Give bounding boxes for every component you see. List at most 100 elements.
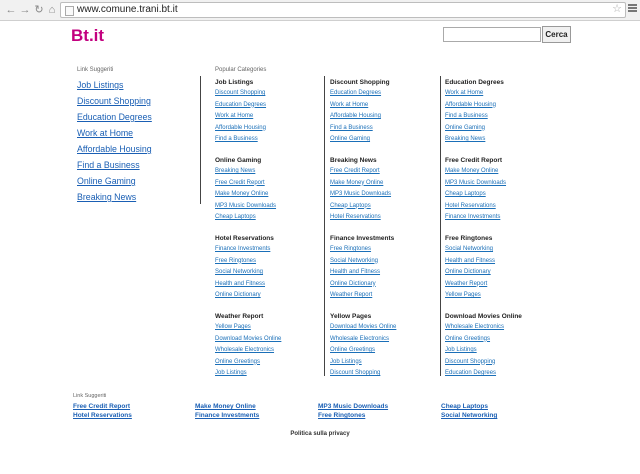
category-link[interactable]: Wholesale Electronics [215,347,320,354]
category-link[interactable]: MP3 Music Downloads [330,191,435,198]
category-title[interactable]: Finance Investments [330,235,435,243]
category-link[interactable]: Affordable Housing [215,125,320,132]
category-link[interactable]: Health and Fitness [215,281,320,288]
suggested-link[interactable]: Affordable Housing [77,144,197,155]
category-link[interactable]: Hotel Reservations [330,214,435,221]
category-title[interactable]: Breaking News [330,157,435,165]
reload-icon[interactable]: ↻ [33,3,45,17]
category-title[interactable]: Download Movies Online [445,313,550,321]
category-link[interactable]: Online Dictionary [330,281,435,288]
category-link[interactable]: Wholesale Electronics [330,336,435,343]
menu-icon[interactable] [628,4,637,13]
category-link[interactable]: Online Greetings [445,336,550,343]
category-link[interactable]: Education Degrees [215,102,320,109]
suggested-link[interactable]: Education Degrees [77,112,197,123]
category-link[interactable]: Finance Investments [445,214,550,221]
category-link[interactable]: Discount Shopping [215,90,320,97]
footer-link[interactable]: MP3 Music Downloads [318,403,388,411]
category-link[interactable]: Cheap Laptops [215,214,320,221]
category-link[interactable]: Job Listings [330,359,435,366]
category-link[interactable]: Social Networking [215,269,320,276]
category-link[interactable]: Affordable Housing [445,102,550,109]
category-link[interactable]: Free Credit Report [215,180,320,187]
category-link[interactable]: Discount Shopping [330,370,435,377]
footer-link[interactable]: Social Networking [441,412,497,420]
category-link[interactable]: Yellow Pages [215,324,320,331]
forward-arrow-icon[interactable]: → [19,3,31,17]
footer-link[interactable]: Finance Investments [195,412,259,420]
category-title[interactable]: Yellow Pages [330,313,435,321]
category-link[interactable]: Weather Report [445,281,550,288]
category-title[interactable]: Education Degrees [445,79,550,87]
search-button[interactable]: Cerca [542,26,571,43]
category-link[interactable]: Find a Business [445,113,550,120]
category-title[interactable]: Job Listings [215,79,320,87]
footer-link[interactable]: Free Ringtones [318,412,365,420]
category-link[interactable]: Finance Investments [215,246,320,253]
category-link[interactable]: Yellow Pages [445,292,550,299]
category-link[interactable]: Social Networking [330,258,435,265]
category-link[interactable]: Cheap Laptops [445,191,550,198]
category-link[interactable]: Download Movies Online [215,336,320,343]
suggested-link[interactable]: Work at Home [77,128,197,139]
category-link[interactable]: MP3 Music Downloads [445,180,550,187]
category-link[interactable]: Education Degrees [330,90,435,97]
bookmark-star-icon[interactable]: ☆ [612,3,622,16]
category-title[interactable]: Free Credit Report [445,157,550,165]
category-link[interactable]: Breaking News [445,136,550,143]
category-link[interactable]: Breaking News [215,168,320,175]
category-link[interactable]: Work at Home [215,113,320,120]
category-link[interactable]: Education Degrees [445,370,550,377]
category-link[interactable]: Cheap Laptops [330,203,435,210]
suggested-link[interactable]: Online Gaming [77,176,197,187]
category-link[interactable]: Hotel Reservations [445,203,550,210]
category-link[interactable]: Make Money Online [215,191,320,198]
category-link[interactable]: Job Listings [445,347,550,354]
category-link[interactable]: Health and Fitness [330,269,435,276]
footer-link[interactable]: Hotel Reservations [73,412,132,420]
home-icon[interactable]: ⌂ [46,3,58,17]
footer-link[interactable]: Cheap Laptops [441,403,488,411]
category-link[interactable]: Health and Fitness [445,258,550,265]
category-link[interactable]: Job Listings [215,370,320,377]
category-title[interactable]: Hotel Reservations [215,235,320,243]
suggested-link[interactable]: Job Listings [77,80,197,91]
category-link[interactable]: Affordable Housing [330,113,435,120]
category-title[interactable]: Discount Shopping [330,79,435,87]
category-link[interactable]: Free Ringtones [330,246,435,253]
category-link[interactable]: Find a Business [215,136,320,143]
category-link[interactable]: MP3 Music Downloads [215,203,320,210]
category-link[interactable]: Make Money Online [445,168,550,175]
category-link[interactable]: Online Greetings [330,347,435,354]
category-title[interactable]: Free Ringtones [445,235,550,243]
category-link[interactable]: Online Dictionary [445,269,550,276]
site-logo[interactable]: Bt.it [71,26,104,46]
category-link[interactable]: Find a Business [330,125,435,132]
category-link[interactable]: Work at Home [445,90,550,97]
category-link[interactable]: Free Ringtones [215,258,320,265]
category-link[interactable]: Wholesale Electronics [445,324,550,331]
category-title[interactable]: Weather Report [215,313,320,321]
footer-link[interactable]: Make Money Online [195,403,256,411]
back-arrow-icon[interactable]: ← [5,3,17,17]
suggested-link[interactable]: Discount Shopping [77,96,197,107]
category-link[interactable]: Online Greetings [215,359,320,366]
category-link[interactable]: Online Gaming [330,136,435,143]
category-link[interactable]: Make Money Online [330,180,435,187]
suggested-link[interactable]: Breaking News [77,192,197,203]
address-url[interactable]: www.comune.trani.bt.it [77,4,178,16]
category-link[interactable]: Download Movies Online [330,324,435,331]
category-link[interactable]: Online Dictionary [215,292,320,299]
address-bar[interactable]: www.comune.trani.bt.it ☆ [60,2,626,18]
category-link[interactable]: Free Credit Report [330,168,435,175]
category-link[interactable]: Online Gaming [445,125,550,132]
search-input[interactable] [443,27,541,42]
category-title[interactable]: Online Gaming [215,157,320,165]
category-link[interactable]: Weather Report [330,292,435,299]
category-link[interactable]: Social Networking [445,246,550,253]
category-link[interactable]: Discount Shopping [445,359,550,366]
category-link[interactable]: Work at Home [330,102,435,109]
suggested-link[interactable]: Find a Business [77,160,197,171]
privacy-policy-link[interactable]: Politica sulla privacy [0,431,640,437]
footer-link[interactable]: Free Credit Report [73,403,130,411]
